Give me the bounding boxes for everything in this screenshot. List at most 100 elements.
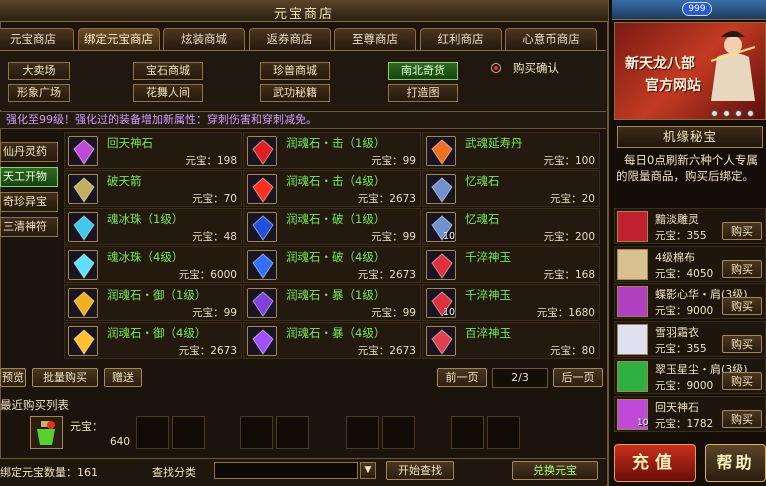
destiny-item[interactable]: 回天神石 元宝：1782 购买 10 bbox=[614, 395, 766, 432]
buy-button[interactable]: 购买 bbox=[722, 409, 762, 428]
destiny-item-price: 元宝：355 bbox=[655, 341, 707, 356]
bulk-buy-button[interactable]: 批量购买 bbox=[32, 368, 98, 387]
destiny-treasure-title: 机缘秘宝 bbox=[617, 126, 763, 148]
search-category-input[interactable] bbox=[214, 462, 358, 479]
pager-dot[interactable] bbox=[735, 110, 742, 117]
price-label: 元宝： bbox=[655, 305, 687, 317]
item-card[interactable]: 武魂延寿丹 元宝：100 bbox=[422, 132, 600, 169]
item-card[interactable]: 魂冰珠（1级） 元宝：48 bbox=[64, 208, 242, 245]
exchange-yuanbao-button[interactable]: 兑换元宝 bbox=[512, 461, 598, 480]
category-0[interactable]: 大卖场 bbox=[8, 62, 70, 80]
tab-5[interactable]: 红利商店 bbox=[419, 28, 502, 50]
item-card[interactable]: 魂冰珠（4级） 元宝：6000 bbox=[64, 246, 242, 283]
category-5[interactable]: 花舞人间 bbox=[133, 84, 203, 102]
price-label: 元宝： bbox=[655, 267, 687, 280]
item-card[interactable]: 润魂石・破（1级） 元宝：99 bbox=[243, 208, 421, 245]
side-category-0[interactable]: 仙丹灵药 bbox=[0, 142, 58, 162]
item-name: 润魂石・暴（4级） bbox=[286, 326, 386, 340]
recent-slot[interactable] bbox=[136, 416, 169, 449]
preview-button[interactable]: 预览 bbox=[0, 368, 26, 387]
recharge-button[interactable]: 充值 bbox=[614, 444, 696, 482]
recent-slot[interactable] bbox=[451, 416, 484, 449]
price-value: 2673 bbox=[210, 345, 237, 357]
recent-slot[interactable] bbox=[240, 416, 273, 449]
item-card[interactable]: 千淬神玉 元宝：1680 10 bbox=[422, 284, 600, 321]
tab-4[interactable]: 至尊商店 bbox=[334, 28, 416, 50]
item-card[interactable]: 百淬神玉 元宝：80 bbox=[422, 322, 600, 359]
tab-0[interactable]: 元宝商店 bbox=[0, 28, 74, 50]
price-label: 元宝： bbox=[192, 231, 224, 243]
item-card[interactable]: 破天箭 元宝：70 bbox=[64, 170, 242, 207]
category-6[interactable]: 武功秘籍 bbox=[260, 84, 330, 102]
price-label: 元宝： bbox=[543, 231, 575, 243]
tab-6[interactable]: 心意币商店 bbox=[505, 28, 597, 50]
item-price: 元宝：80 bbox=[550, 343, 595, 358]
destiny-item[interactable]: 雪羽霜衣 元宝：355 购买 bbox=[614, 320, 766, 357]
destiny-item[interactable]: 4级棉布 元宝：4050 购买 bbox=[614, 245, 766, 282]
category-3[interactable]: 南北奇货 bbox=[388, 62, 458, 80]
side-category-3[interactable]: 三清神符 bbox=[0, 217, 58, 237]
tab-3[interactable]: 返券商店 bbox=[248, 28, 331, 50]
banner-pager[interactable] bbox=[711, 107, 759, 119]
category-7[interactable]: 打造图 bbox=[388, 84, 458, 102]
purple-gem-icon bbox=[247, 288, 277, 318]
item-card[interactable]: 润魂石・御（1级） 元宝：99 bbox=[64, 284, 242, 321]
price-value: 1680 bbox=[568, 307, 595, 319]
spirit-icon bbox=[617, 211, 648, 242]
category-2[interactable]: 珍兽商城 bbox=[260, 62, 330, 80]
category-4[interactable]: 形象广场 bbox=[8, 84, 70, 102]
destiny-item[interactable]: 黯淡雕灵 元宝：355 购买 bbox=[614, 208, 766, 244]
tab-2[interactable]: 炫装商城 bbox=[163, 28, 245, 50]
radio-icon[interactable] bbox=[491, 63, 501, 73]
recent-slot[interactable] bbox=[346, 416, 379, 449]
pager-dot[interactable] bbox=[711, 110, 718, 117]
destiny-item[interactable]: 蝶影心华・肩(3级) 元宝：9000 购买 bbox=[614, 283, 766, 319]
item-card[interactable]: 忆魂石 元宝：200 10 bbox=[422, 208, 600, 245]
next-page-button[interactable]: 后一页 bbox=[553, 368, 603, 387]
recent-slot[interactable] bbox=[382, 416, 415, 449]
item-card[interactable]: 千淬神玉 元宝：168 bbox=[422, 246, 600, 283]
item-price: 元宝：168 bbox=[543, 267, 595, 282]
pager-dot[interactable] bbox=[723, 110, 730, 117]
destiny-item[interactable]: 翠玉星尘・肩(3级) 元宝：9000 购买 bbox=[614, 358, 766, 394]
item-card[interactable]: 润魂石・暴（4级） 元宝：2673 bbox=[243, 322, 421, 359]
item-card[interactable]: 润魂石・暴（1级） 元宝：99 bbox=[243, 284, 421, 321]
price-label: 元宝： bbox=[371, 307, 403, 319]
buy-button[interactable]: 购买 bbox=[722, 222, 762, 240]
buy-button[interactable]: 购买 bbox=[722, 297, 762, 315]
gift-button[interactable]: 赠送 bbox=[104, 368, 142, 387]
start-search-button[interactable]: 开始查找 bbox=[386, 461, 454, 480]
buy-button[interactable]: 购买 bbox=[722, 259, 762, 278]
item-price: 元宝：48 bbox=[192, 229, 237, 244]
item-price: 元宝：99 bbox=[371, 229, 416, 244]
side-category-1[interactable]: 天工开物 bbox=[0, 167, 58, 187]
item-price: 元宝：99 bbox=[371, 305, 416, 320]
item-name: 润魂石・破（4级） bbox=[286, 250, 386, 264]
green-star-icon bbox=[617, 361, 648, 392]
item-card[interactable]: 润魂石・击（4级） 元宝：2673 bbox=[243, 170, 421, 207]
recent-item-slot[interactable] bbox=[30, 416, 63, 449]
category-1[interactable]: 宝石商城 bbox=[133, 62, 203, 80]
recent-slot[interactable] bbox=[276, 416, 309, 449]
red-gem-icon bbox=[247, 136, 277, 166]
item-card[interactable]: 润魂石・御（4级） 元宝：2673 bbox=[64, 322, 242, 359]
banner-line2: 官方网站 bbox=[645, 78, 701, 94]
item-card[interactable]: 忆魂石 元宝：20 bbox=[422, 170, 600, 207]
recent-slot[interactable] bbox=[487, 416, 520, 449]
destiny-item-name: 4级棉布 bbox=[655, 250, 695, 264]
side-category-2[interactable]: 奇珍异宝 bbox=[0, 192, 58, 212]
recent-slot[interactable] bbox=[172, 416, 205, 449]
item-card[interactable]: 回天神石 元宝：198 bbox=[64, 132, 242, 169]
tab-1[interactable]: 绑定元宝商店 bbox=[77, 28, 160, 50]
item-card[interactable]: 润魂石・破（4级） 元宝：2673 bbox=[243, 246, 421, 283]
buy-button[interactable]: 购买 bbox=[722, 372, 762, 390]
item-card[interactable]: 润魂石・击（1级） 元宝：99 bbox=[243, 132, 421, 169]
title-bar[interactable]: 元宝商店 bbox=[0, 0, 608, 22]
official-site-banner[interactable]: 新天龙八部 官方网站 bbox=[614, 22, 766, 120]
prev-page-button[interactable]: 前一页 bbox=[437, 368, 487, 387]
pager-dot[interactable] bbox=[747, 110, 754, 117]
price-value: 1782 bbox=[686, 417, 714, 430]
chevron-down-icon[interactable]: ▼ bbox=[360, 462, 376, 479]
buy-button[interactable]: 购买 bbox=[722, 334, 762, 353]
help-button[interactable]: 帮助 bbox=[705, 444, 766, 482]
